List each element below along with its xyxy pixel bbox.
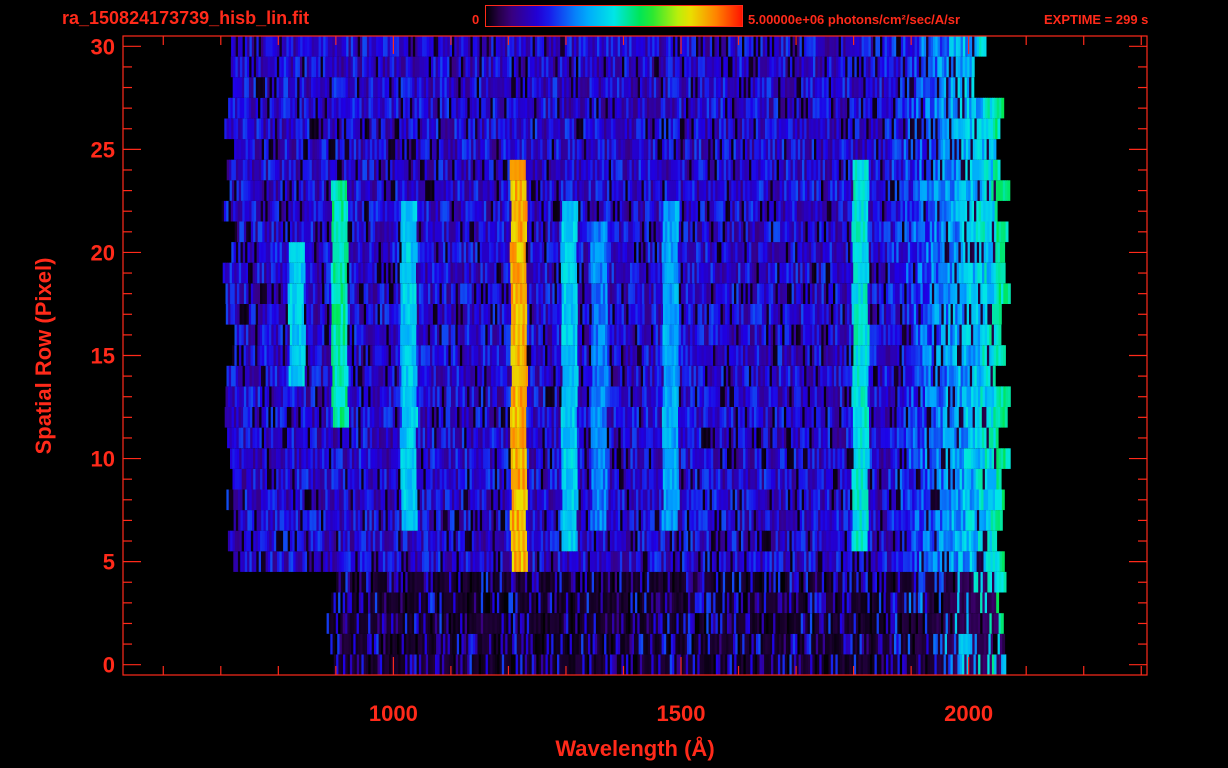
heatmap-cell: [1004, 407, 1008, 428]
heatmap-cell: [1001, 551, 1005, 572]
heatmap-cell: [996, 592, 1000, 614]
heatmap-cell: [1002, 633, 1006, 655]
heatmap-cell: [1000, 613, 1004, 634]
heatmap-cell: [1007, 448, 1011, 469]
heatmap-cell: [1003, 654, 1007, 675]
heatmap-cell: [994, 530, 998, 552]
heatmap-cell: [1007, 386, 1011, 407]
heatmap-cells: [221, 36, 1011, 675]
heatmap-cell: [1003, 571, 1007, 593]
heatmap-cell: [992, 365, 996, 387]
heatmap-cell: [998, 468, 1002, 490]
heatmap-cell: [999, 510, 1003, 531]
heatmap-chart: 1000 1500 2000051015202530: [91, 34, 1148, 726]
heatmap-cell: [995, 427, 999, 449]
heatmap-cell: [1001, 489, 1005, 511]
